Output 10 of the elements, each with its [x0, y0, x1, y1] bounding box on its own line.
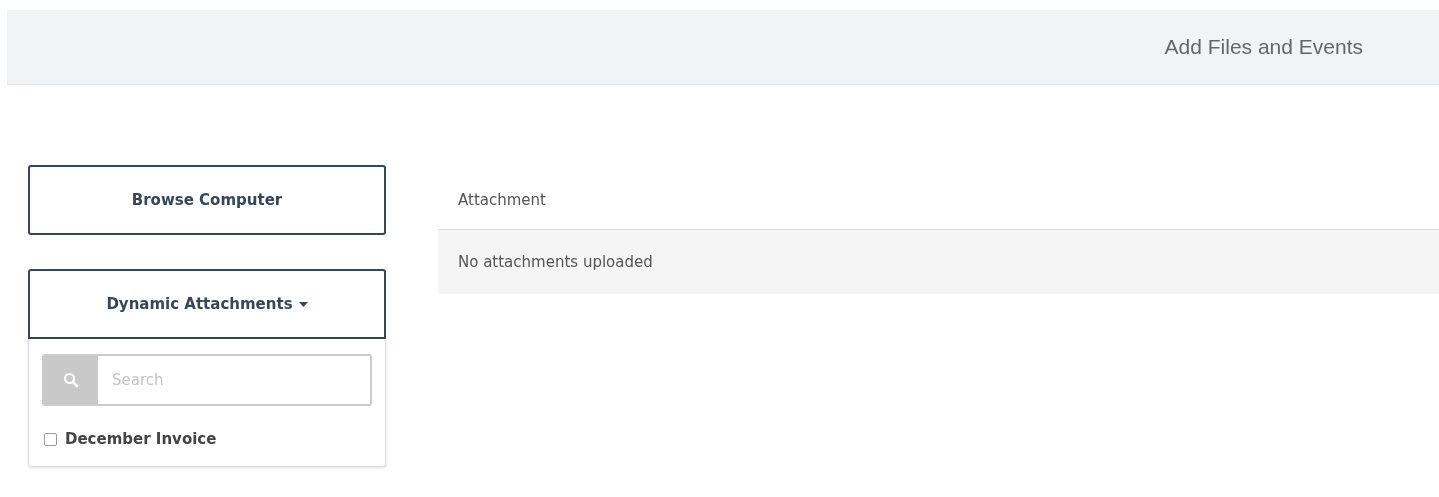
checkbox-label[interactable]: December Invoice — [65, 430, 217, 448]
column-header: Attachment — [458, 191, 546, 209]
browse-computer-button[interactable]: Browse Computer — [28, 165, 386, 235]
page-title: Add Files and Events — [1164, 35, 1363, 59]
empty-message: No attachments uploaded — [458, 253, 653, 271]
checkbox[interactable] — [44, 432, 57, 446]
caret-icon — [298, 301, 308, 307]
search-field[interactable]: Search — [42, 354, 372, 406]
search-icon — [63, 372, 79, 388]
dynamic-attachments-dropdown[interactable]: Dynamic Attachments — [28, 269, 386, 339]
